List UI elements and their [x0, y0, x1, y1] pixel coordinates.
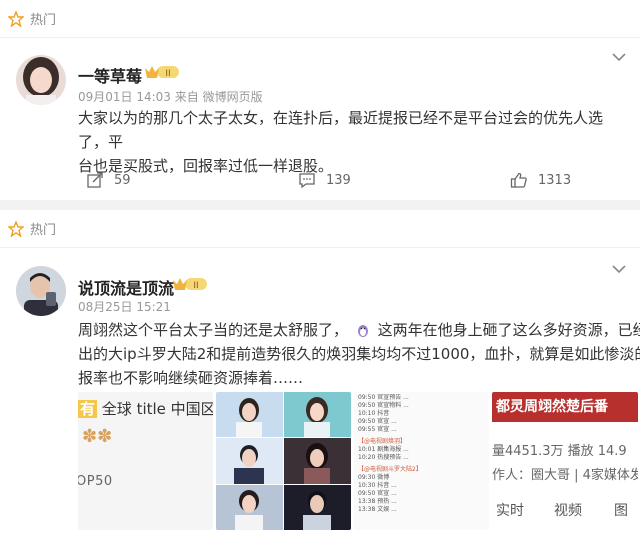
- divider: [0, 200, 640, 210]
- hands-emoji-icon: ✽✽: [82, 426, 113, 447]
- star-icon: [8, 220, 24, 237]
- photo-collage: [216, 392, 351, 530]
- avatar[interactable]: [16, 55, 66, 105]
- thumbnail-caption: 有 全球 title 中国区: [78, 398, 213, 419]
- thumbnail-tab: 图: [614, 503, 628, 519]
- hot-section-header: 热门: [0, 0, 640, 38]
- post-body: 周翊然这个平台太子当的还是太舒服了， 这两年在他身上砸了这么多好资源，已经播 出…: [78, 318, 640, 390]
- thumbnail-caption: 都灵周翊然楚后番: [492, 392, 638, 422]
- collage-photo: [216, 392, 283, 438]
- schedule-line: 09:50 官宣 ...: [358, 418, 397, 425]
- post-meta: 08月25日 15:21: [78, 300, 171, 314]
- thumbnail-caption-prefix: 有: [78, 400, 98, 418]
- hot-section-header: 热门: [0, 210, 640, 248]
- username[interactable]: 一等草莓: [78, 63, 142, 87]
- collage-photo: [216, 438, 283, 484]
- repost-icon: [87, 172, 103, 188]
- avatar[interactable]: [16, 266, 66, 316]
- schedule-line: 09:30 微博: [358, 474, 390, 481]
- comment-button[interactable]: 139: [298, 171, 351, 189]
- schedule-list: 09:50 官宣预告 ... 09:50 官宣物料 ... 10:10 抖音 0…: [358, 394, 485, 514]
- comment-icon: [299, 173, 315, 189]
- image-thumbnail[interactable]: [216, 392, 351, 530]
- thumbnail-caption-text: 全球 title 中国区: [101, 400, 213, 418]
- schedule-line: 09:50 官宣物料 ...: [358, 402, 409, 409]
- thumbnail-tab: 实时: [496, 503, 524, 519]
- username[interactable]: 说顶流是顶流: [78, 275, 174, 299]
- schedule-line: 13:38 文娱 ...: [358, 506, 397, 513]
- collage-photo: [284, 438, 351, 484]
- thumbnail-caption: OP50: [78, 474, 113, 489]
- schedule-line: 10:10 抖音: [358, 410, 390, 417]
- schedule-line: 09:50 官宣预告 ...: [358, 394, 409, 401]
- schedule-line: 10:20 热搜预告 ...: [358, 454, 409, 461]
- chevron-down-icon[interactable]: [612, 52, 626, 62]
- badge-text: II: [193, 281, 198, 291]
- collage-photo: [284, 484, 351, 530]
- member-badge-icon[interactable]: II: [171, 276, 209, 292]
- post-text-line: 大家以为的那几个太子太女，在连扑后，最近提报已经不是平台过会的优先人选了，平: [78, 109, 604, 151]
- thumbnail-tab: 视频: [554, 503, 582, 519]
- thumbnail-stat: 量4451.3万 播放 14.9: [492, 444, 627, 459]
- star-icon: [8, 10, 24, 27]
- schedule-line: 09:50 官宣 ...: [358, 490, 397, 497]
- comment-count: 139: [326, 172, 351, 188]
- schedule-line: 【@电视剧斗罗大陆2】: [358, 466, 422, 473]
- member-badge-icon[interactable]: II: [143, 64, 181, 80]
- schedule-line: 13:38 预热 ...: [358, 498, 397, 505]
- chevron-down-icon[interactable]: [612, 264, 626, 274]
- collage-photo: [284, 392, 351, 438]
- repost-button[interactable]: 59: [86, 171, 131, 189]
- post-text-segment: 周翊然这个平台太子当的还是太舒服了，: [78, 321, 349, 339]
- schedule-line: 【@电视剧焕羽】: [358, 438, 407, 445]
- like-button[interactable]: 1313: [510, 171, 571, 189]
- like-count: 1313: [538, 172, 572, 188]
- collage-photo: [216, 484, 283, 530]
- action-bar: 59 139 1313: [0, 166, 640, 196]
- image-gallery: 有 全球 title 中国区 ✽✽ OP50 09:50 官宣预告 ... 09…: [78, 392, 638, 532]
- post-text-line: 出的大ip斗罗大陆2和提前造势很久的焕羽集均均不过1000，血扑，就算是如此惨淡…: [78, 345, 640, 363]
- post-meta: 09月01日 14:03 来自 微博网页版: [78, 90, 263, 104]
- post-text-line: 周翊然这个平台太子当的还是太舒服了， 这两年在他身上砸了这么多好资源，已经播: [78, 318, 640, 342]
- schedule-line: 09:55 官宣 ...: [358, 426, 397, 433]
- badge-text: II: [165, 69, 170, 79]
- thumbs-up-icon: [510, 172, 527, 188]
- schedule-line: 10:01 剧集海报 ...: [358, 446, 409, 453]
- repost-count: 59: [114, 172, 131, 188]
- hot-label: 热门: [30, 13, 57, 28]
- penguin-emoji-icon: [357, 325, 368, 337]
- hot-label: 热门: [30, 223, 57, 238]
- thumbnail-stat: 作人：圈大哥 | 4家媒体发: [492, 468, 638, 483]
- post-card: 热门 一等草莓 II 09月01日 14:03 来自 微博网页版 大家以为的那几…: [0, 0, 640, 200]
- image-thumbnail[interactable]: 都灵周翊然楚后番 量4451.3万 播放 14.9 作人：圈大哥 | 4家媒体发…: [492, 392, 638, 530]
- feed: 热门 一等草莓 II 09月01日 14:03 来自 微博网页版 大家以为的那几…: [0, 0, 640, 540]
- image-thumbnail[interactable]: 有 全球 title 中国区 ✽✽ OP50: [78, 392, 213, 530]
- image-thumbnail[interactable]: 09:50 官宣预告 ... 09:50 官宣物料 ... 10:10 抖音 0…: [354, 392, 489, 530]
- schedule-line: 10:30 抖音 ...: [358, 482, 397, 489]
- post-text-segment: 这两年在他身上砸了这么多好资源，已经播: [377, 321, 640, 339]
- post-text-line: 报率也不影响继续砸资源捧着……: [78, 369, 304, 387]
